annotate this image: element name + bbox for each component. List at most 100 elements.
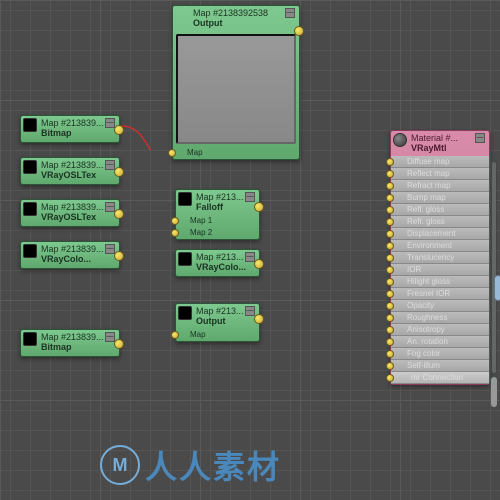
output-pin[interactable]	[254, 202, 264, 212]
watermark: M 人人素材	[100, 442, 281, 488]
material-sphere-icon	[393, 133, 407, 147]
input-pin[interactable]	[386, 158, 394, 166]
input-pin[interactable]	[386, 326, 394, 334]
minimize-button[interactable]: —	[105, 244, 115, 254]
slot-opacity[interactable]: Opacity	[391, 300, 489, 312]
input-pin[interactable]	[171, 331, 179, 339]
slot-mr-connection[interactable]: mr Connection	[391, 372, 489, 384]
minimize-button[interactable]: —	[105, 332, 115, 342]
input-pin[interactable]	[168, 149, 176, 157]
minimize-button[interactable]: —	[105, 202, 115, 212]
node-output[interactable]: Map #213...Output— Map	[175, 303, 260, 342]
input-pin[interactable]	[386, 218, 394, 226]
slot-refr-gloss[interactable]: Refr. gloss	[391, 216, 489, 228]
minimize-button[interactable]: —	[105, 118, 115, 128]
input-pin[interactable]	[386, 206, 394, 214]
output-pin[interactable]	[114, 251, 124, 261]
slot-self-illum[interactable]: Self-illum	[391, 360, 489, 372]
output-pin[interactable]	[114, 167, 124, 177]
slot-an-rotation[interactable]: An. rotation	[391, 336, 489, 348]
slot-roughness[interactable]: Roughness	[391, 312, 489, 324]
slot-ior[interactable]: IOR	[391, 264, 489, 276]
input-pin[interactable]	[386, 314, 394, 322]
thumb-icon	[178, 192, 192, 206]
minimize-button[interactable]: —	[245, 252, 255, 262]
minimize-button[interactable]: —	[245, 192, 255, 202]
slot-environment[interactable]: Environment	[391, 240, 489, 252]
input-pin[interactable]	[386, 170, 394, 178]
node-vraycolor[interactable]: Map #213...VRayColo...—	[175, 249, 260, 277]
node-header[interactable]: Material #...VRayMtl—	[391, 131, 489, 156]
input-pin[interactable]	[386, 194, 394, 202]
node-header[interactable]: Map #213839...VRayOSLTex—	[21, 200, 119, 225]
input-pin[interactable]	[386, 302, 394, 310]
slot-hilight-gloss[interactable]: Hilight gloss	[391, 276, 489, 288]
node-header[interactable]: Map #213...Output—	[176, 304, 259, 329]
input-pin[interactable]	[171, 229, 179, 237]
node-vraymtl[interactable]: Material #...VRayMtl— Diffuse mapReflect…	[390, 130, 490, 385]
node-header[interactable]: Map #213839...VRayOSLTex—	[21, 158, 119, 183]
slot-map[interactable]: Map	[176, 329, 259, 341]
node-header[interactable]: Map #213839...Bitmap—	[21, 116, 119, 141]
minimize-button[interactable]: —	[105, 160, 115, 170]
slot-fresnel-ior[interactable]: Fresnel IOR	[391, 288, 489, 300]
thumb-icon	[23, 118, 37, 132]
node-header[interactable]: Map #2138392538 Output —	[173, 6, 299, 31]
input-pin[interactable]	[386, 362, 394, 370]
node-bitmap[interactable]: Map #213839...Bitmap—	[20, 115, 120, 143]
slot-map1[interactable]: Map 1	[176, 215, 259, 227]
output-pin[interactable]	[254, 259, 264, 269]
slot-reflect-map[interactable]: Reflect map	[391, 168, 489, 180]
thumb-icon	[23, 244, 37, 258]
input-pin[interactable]	[386, 254, 394, 262]
node-vraycolor[interactable]: Map #213839...VRayColo...—	[20, 241, 120, 269]
input-pin[interactable]	[386, 266, 394, 274]
node-header[interactable]: Map #213839...Bitmap—	[21, 330, 119, 355]
slot-bump-map[interactable]: Bump map	[391, 192, 489, 204]
input-pin[interactable]	[386, 278, 394, 286]
thumb-icon	[178, 306, 192, 320]
node-vrayosltex[interactable]: Map #213839...VRayOSLTex—	[20, 157, 120, 185]
scrollbar-thumb[interactable]	[491, 377, 497, 407]
slot-map[interactable]: Map	[173, 147, 299, 159]
input-pin[interactable]	[171, 217, 179, 225]
thumb-icon	[23, 202, 37, 216]
scrollbar[interactable]	[491, 161, 497, 374]
slot-diffuse-map[interactable]: Diffuse map	[391, 156, 489, 168]
node-bitmap[interactable]: Map #213839...Bitmap—	[20, 329, 120, 357]
input-pin[interactable]	[386, 242, 394, 250]
node-vrayosltex[interactable]: Map #213839...VRayOSLTex—	[20, 199, 120, 227]
slot-displacement[interactable]: Displacement	[391, 228, 489, 240]
slot-map2[interactable]: Map 2	[176, 227, 259, 239]
node-header[interactable]: Map #213...Falloff—	[176, 190, 259, 215]
node-subtitle: Output	[193, 18, 223, 28]
slot-refl-gloss[interactable]: Refl. gloss	[391, 204, 489, 216]
slot-anisotropy[interactable]: Anisotropy	[391, 324, 489, 336]
input-pin[interactable]	[386, 290, 394, 298]
thumb-icon	[178, 252, 192, 266]
minimize-button[interactable]: —	[475, 133, 485, 143]
output-pin[interactable]	[114, 125, 124, 135]
minimize-button[interactable]: —	[245, 306, 255, 316]
output-pin[interactable]	[254, 314, 264, 324]
node-header[interactable]: Map #213...VRayColo...—	[176, 250, 259, 275]
node-falloff[interactable]: Map #213...Falloff— Map 1 Map 2	[175, 189, 260, 240]
output-pin[interactable]	[114, 339, 124, 349]
input-pin[interactable]	[386, 374, 394, 382]
output-pin[interactable]	[114, 209, 124, 219]
input-pin[interactable]	[386, 230, 394, 238]
thumb-icon	[23, 332, 37, 346]
slot-fog-color[interactable]: Fog color	[391, 348, 489, 360]
node-header[interactable]: Map #213839...VRayColo...—	[21, 242, 119, 267]
input-pin[interactable]	[386, 350, 394, 358]
input-pin[interactable]	[386, 182, 394, 190]
minimize-button[interactable]: —	[285, 8, 295, 18]
texture-preview[interactable]	[176, 34, 296, 144]
slot-translucency[interactable]: Translucency	[391, 252, 489, 264]
output-pin[interactable]	[294, 26, 304, 36]
panel-handle[interactable]	[494, 275, 500, 301]
slot-refract-map[interactable]: Refract map	[391, 180, 489, 192]
node-output-preview[interactable]: Map #2138392538 Output — Map	[172, 5, 300, 160]
node-title: Map #2138392538	[193, 8, 268, 18]
input-pin[interactable]	[386, 338, 394, 346]
